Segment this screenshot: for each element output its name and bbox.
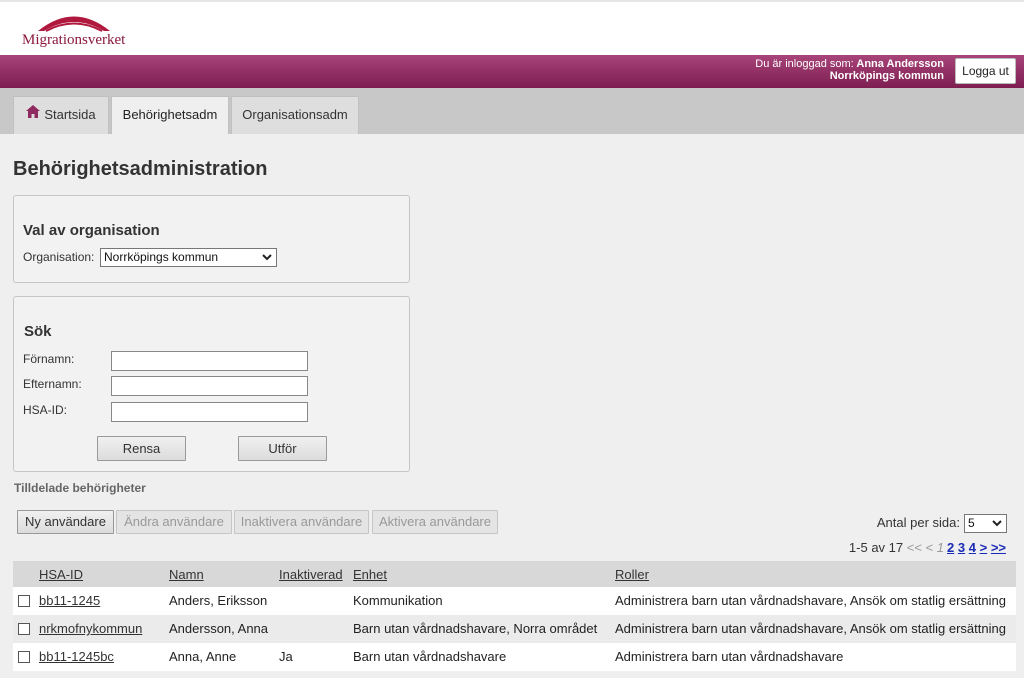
pager-page-4[interactable]: 4 <box>969 540 976 555</box>
lastname-input[interactable] <box>111 376 308 396</box>
submit-button[interactable]: Utför <box>238 436 327 461</box>
row-hsa-id-link[interactable]: nrkmofnykommun <box>39 621 142 636</box>
row-checkbox[interactable] <box>18 623 30 635</box>
row-roles: Administrera barn utan vårdnadshavare, A… <box>615 621 1006 636</box>
row-roles: Administrera barn utan vårdnadshavare, A… <box>615 593 1006 608</box>
clear-button[interactable]: Rensa <box>97 436 186 461</box>
tab-organisationsadm[interactable]: Organisationsadm <box>231 96 359 134</box>
row-roles: Administrera barn utan vårdnadshavare <box>615 649 844 664</box>
deactivate-user-button[interactable]: Inaktivera användare <box>234 510 369 534</box>
table-row: bb11-1245bc Anna, Anne Ja Barn utan vård… <box>13 643 1016 671</box>
row-checkbox[interactable] <box>18 651 30 663</box>
row-unit: Barn utan vårdnadshavare <box>353 649 507 664</box>
pager-page-2[interactable]: 2 <box>947 540 954 555</box>
new-user-button[interactable]: Ny användare <box>17 510 114 534</box>
tab-startsida[interactable]: Startsida <box>13 96 109 134</box>
org-label: Organisation: <box>23 250 95 264</box>
home-icon <box>26 96 41 132</box>
user-bar: Du är inloggad som: Anna Andersson Norrk… <box>0 55 1024 88</box>
page-title: Behörighetsadministration <box>13 158 268 180</box>
migrationsverket-logo[interactable]: Migrationsverket <box>20 10 130 50</box>
logo-arc-icon <box>38 16 110 32</box>
pager-page-3[interactable]: 3 <box>958 540 965 555</box>
tab-behorighetsadm[interactable]: Behörighetsadm <box>111 96 229 134</box>
row-name: Andersson, Anna <box>169 621 269 636</box>
activate-user-button[interactable]: Aktivera användare <box>372 510 498 534</box>
hsaid-input[interactable] <box>111 402 308 422</box>
user-org: Norrköpings kommun <box>829 70 944 82</box>
firstname-input[interactable] <box>111 351 308 371</box>
org-select-value: Norrköpings kommun <box>104 250 219 264</box>
main-tabs: Startsida Behörighetsadm Organisationsad… <box>0 88 1024 134</box>
table-header: HSA-ID Namn Inaktiverad Enhet Roller <box>13 561 1016 587</box>
search-panel: Sök Förnamn: Efternamn: HSA-ID: Rensa Ut… <box>13 296 410 472</box>
tab-label: Organisationsadm <box>242 107 348 122</box>
per-page-label: Antal per sida: <box>876 515 960 530</box>
row-name: Anna, Anne <box>169 649 237 664</box>
edit-user-button[interactable]: Ändra användare <box>116 510 232 534</box>
org-panel: Val av organisation Organisation: Norrkö… <box>13 195 410 283</box>
col-inaktiverad[interactable]: Inaktiverad <box>279 567 343 582</box>
logged-in-label: Du är inloggad som: <box>755 58 854 70</box>
chevron-down-icon <box>261 251 273 268</box>
user-name: Anna Andersson <box>856 58 944 70</box>
assigned-title: Tilldelade behörigheter <box>14 481 146 495</box>
site-header: Migrationsverket <box>0 0 1024 55</box>
tab-label: Behörighetsadm <box>122 107 218 122</box>
row-hsa-id-link[interactable]: bb11-1245 <box>39 593 100 608</box>
row-unit: Kommunikation <box>353 593 443 608</box>
user-info: Du är inloggad som: Anna Andersson Norrk… <box>755 58 944 82</box>
org-select[interactable]: Norrköpings kommun <box>100 248 277 267</box>
pager-prev: < <box>925 540 934 555</box>
col-hsa-id[interactable]: HSA-ID <box>39 567 83 582</box>
lastname-label: Efternamn: <box>23 377 82 391</box>
org-panel-title: Val av organisation <box>23 222 160 239</box>
row-hsa-id-link[interactable]: bb11-1245bc <box>39 649 114 664</box>
logo-text: Migrationsverket <box>22 32 126 48</box>
col-roller[interactable]: Roller <box>615 567 649 582</box>
pager-last[interactable]: >> <box>991 540 1006 555</box>
pager-first: << <box>906 540 922 555</box>
chevron-down-icon <box>991 517 1003 534</box>
col-namn[interactable]: Namn <box>169 567 204 582</box>
firstname-label: Förnamn: <box>23 352 75 366</box>
row-checkbox[interactable] <box>18 595 30 607</box>
row-unit: Barn utan vårdnadshavare, Norra området <box>353 621 598 636</box>
hsaid-label: HSA-ID: <box>23 403 68 417</box>
per-page-select[interactable]: 5 <box>964 514 1007 533</box>
pagination: 1-5 av 17 << < 12 3 4 > >> <box>849 540 1006 555</box>
row-inactive: Ja <box>279 649 293 664</box>
pager-current: 1 <box>936 540 945 555</box>
logout-button[interactable]: Logga ut <box>955 58 1016 84</box>
table-row: bb11-1245 Anders, Eriksson Kommunikation… <box>13 587 1016 615</box>
pager-range: 1-5 av 17 <box>848 540 904 555</box>
col-enhet[interactable]: Enhet <box>353 567 387 582</box>
per-page-value: 5 <box>968 516 975 530</box>
search-panel-title: Sök <box>24 323 52 340</box>
row-name: Anders, Eriksson <box>169 593 268 608</box>
table-row: nrkmofnykommun Andersson, Anna Barn utan… <box>13 615 1016 643</box>
pager-next[interactable]: > <box>980 540 988 555</box>
tab-label: Startsida <box>44 107 96 122</box>
